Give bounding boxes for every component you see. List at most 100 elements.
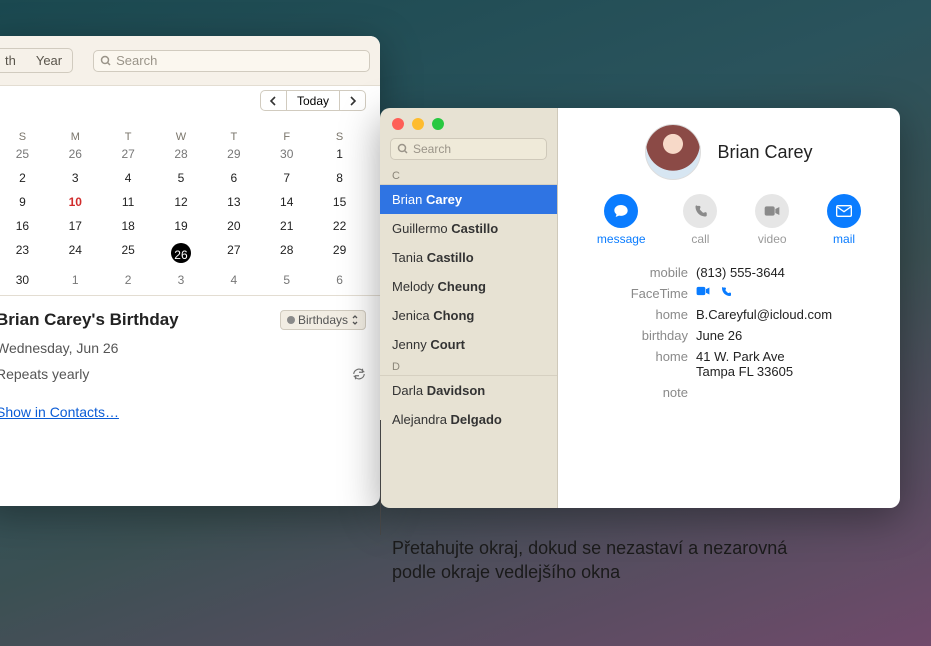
home-address-value[interactable]: 41 W. Park AveTampa FL 33605 [696,349,880,379]
calendar-window: th Year Search Today SMTWTFS 25262728293… [0,36,380,506]
dow-header: SMTWTFS [0,131,366,143]
list-item[interactable]: Jenica Chong [380,301,557,330]
day-cell[interactable]: 1 [49,271,102,289]
today-button[interactable]: Today [286,90,340,111]
day-cell[interactable]: 9 [0,193,49,211]
calendar-popup[interactable]: Birthdays [280,310,366,330]
list-item[interactable]: Guillermo Castillo [380,214,557,243]
contacts-list[interactable]: CBrian CareyGuillermo CastilloTania Cast… [380,168,557,508]
next-button[interactable] [340,90,366,111]
day-cell[interactable]: 17 [49,217,102,235]
calendar-search-field[interactable]: Search [93,50,370,72]
mini-month: SMTWTFS 25262728293012345678910111213141… [0,115,380,295]
day-cell[interactable]: 2 [0,169,49,187]
day-cell[interactable]: 4 [207,271,260,289]
list-item[interactable]: Tania Castillo [380,243,557,272]
day-cell[interactable]: 15 [313,193,366,211]
facetime-audio-icon [720,286,732,298]
day-cell[interactable]: 14 [260,193,313,211]
callout-leader-line [380,420,381,535]
day-cell[interactable]: 8 [313,169,366,187]
message-action[interactable]: message [597,194,646,246]
home-email-value[interactable]: B.Careyful@icloud.com [696,307,880,322]
day-cell[interactable]: 7 [260,169,313,187]
day-cell[interactable]: 16 [0,217,49,235]
contact-detail: Brian Carey message call video mail mobi… [558,108,900,508]
day-cell[interactable]: 25 [0,145,49,163]
list-item[interactable]: Brian Carey [380,185,557,214]
mobile-value[interactable]: (813) 555-3644 [696,265,880,280]
day-cell[interactable]: 18 [102,217,155,235]
list-item[interactable]: Alejandra Delgado [380,405,557,434]
contact-name: Brian Carey [717,142,812,163]
section-header: C [380,168,557,185]
window-controls [380,108,557,136]
day-cell[interactable]: 6 [313,271,366,289]
day-cell[interactable]: 3 [155,271,208,289]
day-cell[interactable]: 2 [102,271,155,289]
day-cell[interactable]: 6 [207,169,260,187]
day-cell[interactable]: 3 [49,169,102,187]
list-item[interactable]: Darla Davidson [380,376,557,405]
day-cell[interactable]: 28 [260,241,313,265]
day-cell[interactable]: 29 [313,241,366,265]
day-cell[interactable]: 21 [260,217,313,235]
day-cell[interactable]: 23 [0,241,49,265]
search-icon [100,55,112,67]
repeat-icon [352,367,366,381]
video-action[interactable]: video [755,194,789,246]
contacts-search-field[interactable]: Search [390,138,547,160]
contacts-window: Search CBrian CareyGuillermo CastilloTan… [380,108,900,508]
day-cell[interactable]: 4 [102,169,155,187]
event-inspector: Brian Carey's Birthday Birthdays Wednesd… [0,295,380,430]
day-cell[interactable]: 30 [260,145,313,163]
day-cell[interactable]: 26 [155,241,208,265]
day-cell[interactable]: 19 [155,217,208,235]
list-item[interactable]: Jenny Court [380,330,557,359]
day-cell[interactable]: 11 [102,193,155,211]
facetime-value[interactable] [696,286,880,301]
day-cell[interactable]: 12 [155,193,208,211]
day-cell[interactable]: 13 [207,193,260,211]
day-cell[interactable]: 5 [155,169,208,187]
zoom-button[interactable] [432,118,444,130]
day-cell[interactable]: 29 [207,145,260,163]
tab-year[interactable]: Year [26,49,72,72]
note-value[interactable] [696,385,880,400]
days-grid[interactable]: 2526272829301234567891011121314151617181… [0,145,366,289]
day-cell[interactable]: 24 [49,241,102,265]
day-cell[interactable]: 28 [155,145,208,163]
day-cell[interactable]: 25 [102,241,155,265]
calendar-toolbar: th Year Search [0,36,380,86]
minimize-button[interactable] [412,118,424,130]
tab-month[interactable]: th [0,49,26,72]
event-repeat: Repeats yearly [0,366,89,382]
fields: mobile(813) 555-3644 FaceTime homeB.Care… [578,262,880,403]
day-cell[interactable]: 1 [313,145,366,163]
show-in-contacts-link[interactable]: Show in Contacts… [0,404,119,420]
day-cell[interactable]: 22 [313,217,366,235]
close-button[interactable] [392,118,404,130]
day-cell[interactable]: 27 [207,241,260,265]
facetime-video-icon [696,286,710,296]
mail-action[interactable]: mail [827,194,861,246]
day-cell[interactable]: 26 [49,145,102,163]
search-icon [397,143,409,155]
event-title: Brian Carey's Birthday [0,310,179,330]
search-placeholder: Search [116,53,157,68]
day-cell[interactable]: 10 [49,193,102,211]
prev-button[interactable] [260,90,286,111]
day-cell[interactable]: 20 [207,217,260,235]
day-cell[interactable]: 27 [102,145,155,163]
contacts-sidebar: Search CBrian CareyGuillermo CastilloTan… [380,108,558,508]
avatar[interactable] [645,124,701,180]
day-cell[interactable]: 5 [260,271,313,289]
call-action[interactable]: call [683,194,717,246]
desktop: th Year Search Today SMTWTFS 25262728293… [0,0,931,646]
list-item[interactable]: Melody Cheung [380,272,557,301]
popup-chevrons-icon [351,315,359,325]
event-date: Wednesday, Jun 26 [0,340,118,356]
view-segmented-control[interactable]: th Year [0,48,73,73]
day-cell[interactable]: 30 [0,271,49,289]
callout-text: Přetahujte okraj, dokud se nezastaví a n… [392,536,812,585]
